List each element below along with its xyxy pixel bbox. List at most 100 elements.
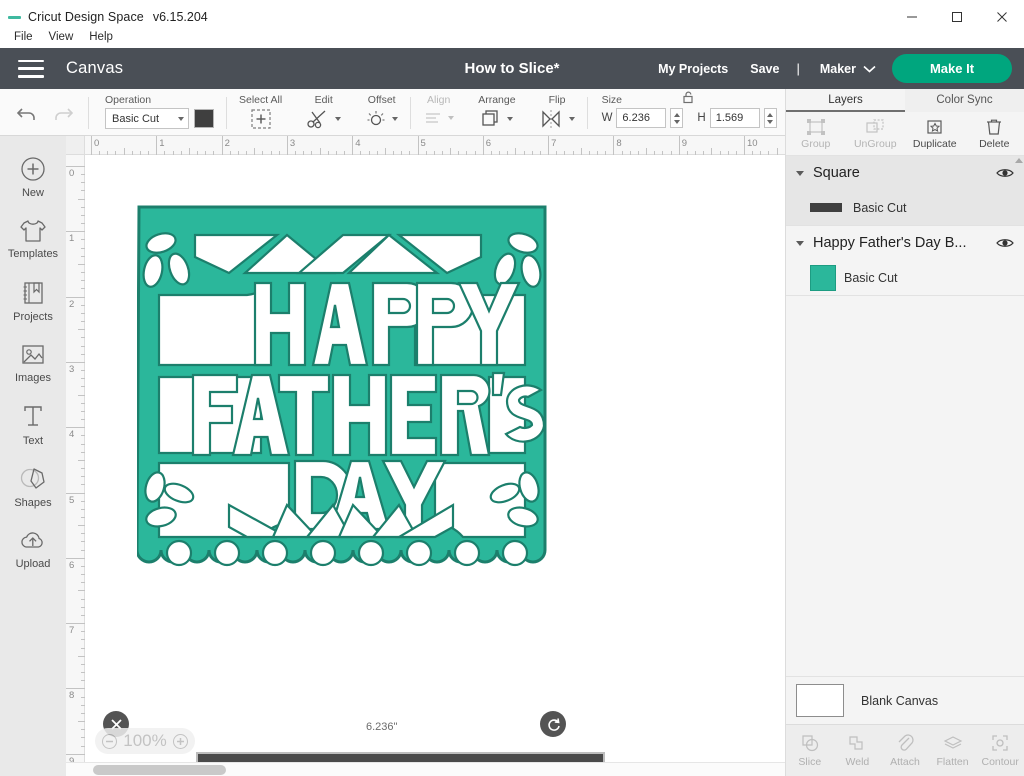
ungroup-icon: [866, 118, 884, 133]
left-sidebar: New Templates Projects Images Text Shape…: [0, 136, 66, 776]
menu-file[interactable]: File: [6, 29, 41, 45]
canvas-background-row[interactable]: Blank Canvas: [786, 676, 1024, 724]
layer-child-label: Basic Cut: [844, 270, 898, 285]
flatten-label: Flatten: [936, 756, 969, 768]
group-button[interactable]: Group: [786, 112, 846, 155]
design-happy-fathers-day-banner[interactable]: [137, 205, 547, 605]
canvas-sheet[interactable]: 6.236" 1.569": [85, 155, 785, 776]
duplicate-button[interactable]: Duplicate: [905, 112, 965, 155]
layer-color-swatch[interactable]: [810, 203, 842, 212]
my-projects-button[interactable]: My Projects: [647, 62, 739, 76]
canvas-horizontal-scrollbar[interactable]: [66, 762, 785, 776]
sidebar-item-shapes[interactable]: Shapes: [0, 456, 66, 518]
slice-button[interactable]: Slice: [786, 725, 834, 776]
select-all-icon[interactable]: [249, 108, 273, 130]
chevron-down-icon[interactable]: [335, 117, 342, 121]
operation-select[interactable]: Basic Cut: [105, 108, 189, 129]
layer-child-basic-cut[interactable]: Basic Cut: [786, 190, 1024, 225]
menu-help[interactable]: Help: [81, 29, 121, 45]
ruler-tick-label: 3: [69, 363, 75, 375]
chevron-down-icon[interactable]: [796, 240, 804, 246]
redo-icon[interactable]: [52, 103, 74, 123]
height-stepper[interactable]: [763, 108, 777, 128]
undo-icon[interactable]: [16, 103, 38, 123]
menu-view[interactable]: View: [41, 29, 82, 45]
size-lock-toggle[interactable]: [680, 90, 696, 110]
sidebar-label: Projects: [13, 311, 53, 323]
edit-scissors-icon[interactable]: [306, 108, 330, 130]
size-group: Size W 6.236 H 1.569: [588, 89, 789, 128]
scroll-up-arrow[interactable]: [1014, 158, 1023, 163]
attach-button[interactable]: Attach: [881, 725, 929, 776]
layer-child-basic-cut[interactable]: Basic Cut: [786, 260, 1024, 295]
layer-header[interactable]: Square: [786, 156, 1024, 190]
canvas-background-label: Blank Canvas: [861, 693, 939, 708]
contour-button[interactable]: Contour: [976, 725, 1024, 776]
right-panel: Layers Color Sync Group UnGroup Duplicat…: [785, 89, 1024, 776]
scrollbar-thumb[interactable]: [93, 765, 226, 775]
offset-group: Offset: [353, 89, 410, 130]
height-input[interactable]: 1.569: [709, 108, 760, 128]
operation-color-swatch[interactable]: [194, 109, 214, 128]
layers-scrollbar[interactable]: [1014, 156, 1023, 388]
rotate-selection-handle[interactable]: [540, 711, 566, 737]
sidebar-item-new[interactable]: New: [0, 146, 66, 208]
layer-group-square[interactable]: Square Basic Cut: [786, 156, 1024, 226]
select-all-label: Select All: [239, 94, 283, 106]
layer-actions: Group UnGroup Duplicate Delete: [786, 112, 1024, 156]
save-button[interactable]: Save: [739, 62, 790, 76]
chevron-down-icon[interactable]: [568, 117, 575, 121]
layer-header[interactable]: Happy Father's Day B...: [786, 226, 1024, 260]
flatten-button[interactable]: Flatten: [929, 725, 977, 776]
zoom-in-icon[interactable]: [172, 733, 188, 749]
width-stepper[interactable]: [670, 108, 684, 128]
canvas-area[interactable]: 6.236" 1.569": [66, 136, 785, 776]
layer-thumbnail[interactable]: [810, 264, 836, 291]
ruler-tick-label: 1: [159, 138, 165, 149]
layer-child-label: Basic Cut: [853, 200, 907, 215]
ruler-tick-label: 7: [69, 625, 75, 637]
hamburger-icon[interactable]: [18, 59, 44, 78]
sidebar-item-projects[interactable]: Projects: [0, 270, 66, 332]
weld-button[interactable]: Weld: [834, 725, 882, 776]
zoom-out-icon[interactable]: [102, 733, 117, 749]
ruler-tick-label: 3: [289, 138, 296, 149]
sidebar-label: Text: [22, 435, 44, 447]
duplicate-label: Duplicate: [912, 137, 957, 150]
zoom-control[interactable]: 100%: [95, 728, 195, 754]
eye-icon[interactable]: [996, 167, 1014, 179]
arrange-label: Arrange: [478, 94, 516, 106]
flip-icon[interactable]: [540, 108, 564, 130]
arrange-icon[interactable]: [480, 108, 502, 130]
layer-group-banner[interactable]: Happy Father's Day B... Basic Cut: [786, 226, 1024, 296]
ruler-tick-label: 5: [69, 494, 75, 506]
sidebar-label: New: [21, 187, 44, 199]
align-group: Align: [411, 89, 466, 128]
eye-icon[interactable]: [996, 237, 1014, 249]
weld-label: Weld: [845, 756, 870, 768]
app-logo-icon: [0, 15, 28, 19]
layer-name: Square: [813, 165, 860, 181]
make-it-button[interactable]: Make It: [892, 54, 1012, 83]
machine-selector[interactable]: Maker: [806, 62, 886, 76]
ruler-tick-label: 9: [681, 138, 687, 149]
offset-icon[interactable]: [365, 108, 387, 130]
delete-button[interactable]: Delete: [965, 112, 1024, 155]
ruler-tick-label: 2: [69, 298, 75, 310]
group-icon: [806, 118, 825, 135]
sidebar-item-images[interactable]: Images: [0, 332, 66, 394]
width-input[interactable]: 6.236: [616, 108, 667, 128]
group-label: Group: [801, 137, 831, 150]
sidebar-item-upload[interactable]: Upload: [0, 518, 66, 580]
tab-color-sync[interactable]: Color Sync: [905, 89, 1024, 112]
chevron-down-icon[interactable]: [507, 117, 514, 121]
sidebar-item-templates[interactable]: Templates: [0, 208, 66, 270]
tab-layers[interactable]: Layers: [786, 89, 905, 112]
chevron-down-icon[interactable]: [392, 117, 399, 121]
chevron-down-icon[interactable]: [796, 170, 804, 176]
ungroup-button[interactable]: UnGroup: [846, 112, 906, 155]
sidebar-item-text[interactable]: Text: [0, 394, 66, 456]
delete-label: Delete: [979, 137, 1010, 150]
canvas-color-swatch[interactable]: [796, 684, 844, 717]
shapes-icon: [20, 468, 45, 489]
